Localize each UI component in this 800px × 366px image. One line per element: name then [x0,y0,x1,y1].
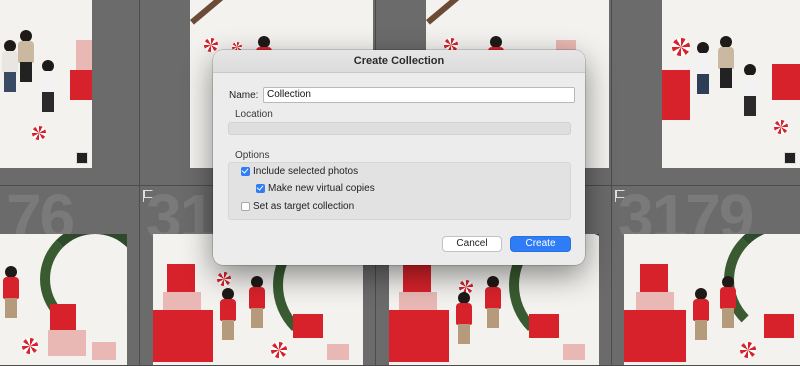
cancel-button[interactable]: Cancel [442,236,502,252]
dialog-title: Create Collection [213,50,585,73]
name-input[interactable] [263,87,575,103]
photo-cell[interactable]: 76 [0,186,140,366]
set-target-collection-label[interactable]: Set as target collection [253,201,354,212]
name-label: Name: [229,90,259,101]
photo-thumbnail[interactable] [662,0,800,168]
include-selected-photos-label[interactable]: Include selected photos [253,166,358,177]
photo-thumbnail[interactable] [624,234,800,365]
location-field[interactable] [228,122,571,135]
photo-cell[interactable]: 3179 [612,186,800,366]
make-virtual-copies-checkbox[interactable] [256,184,265,193]
photo-cell[interactable] [612,0,800,186]
set-target-collection-checkbox[interactable] [241,202,250,211]
photo-thumbnail[interactable] [0,234,127,365]
photo-cell[interactable] [0,0,140,186]
location-label: Location [235,109,273,120]
create-button[interactable]: Create [510,236,571,252]
edit-badge-icon [784,152,796,164]
options-label: Options [235,150,270,161]
create-collection-dialog: Create Collection Name: Location Options… [213,50,585,265]
edit-badge-icon [76,152,88,164]
include-selected-photos-checkbox[interactable] [241,167,250,176]
make-virtual-copies-label[interactable]: Make new virtual copies [268,183,375,194]
photo-thumbnail[interactable] [0,0,92,168]
